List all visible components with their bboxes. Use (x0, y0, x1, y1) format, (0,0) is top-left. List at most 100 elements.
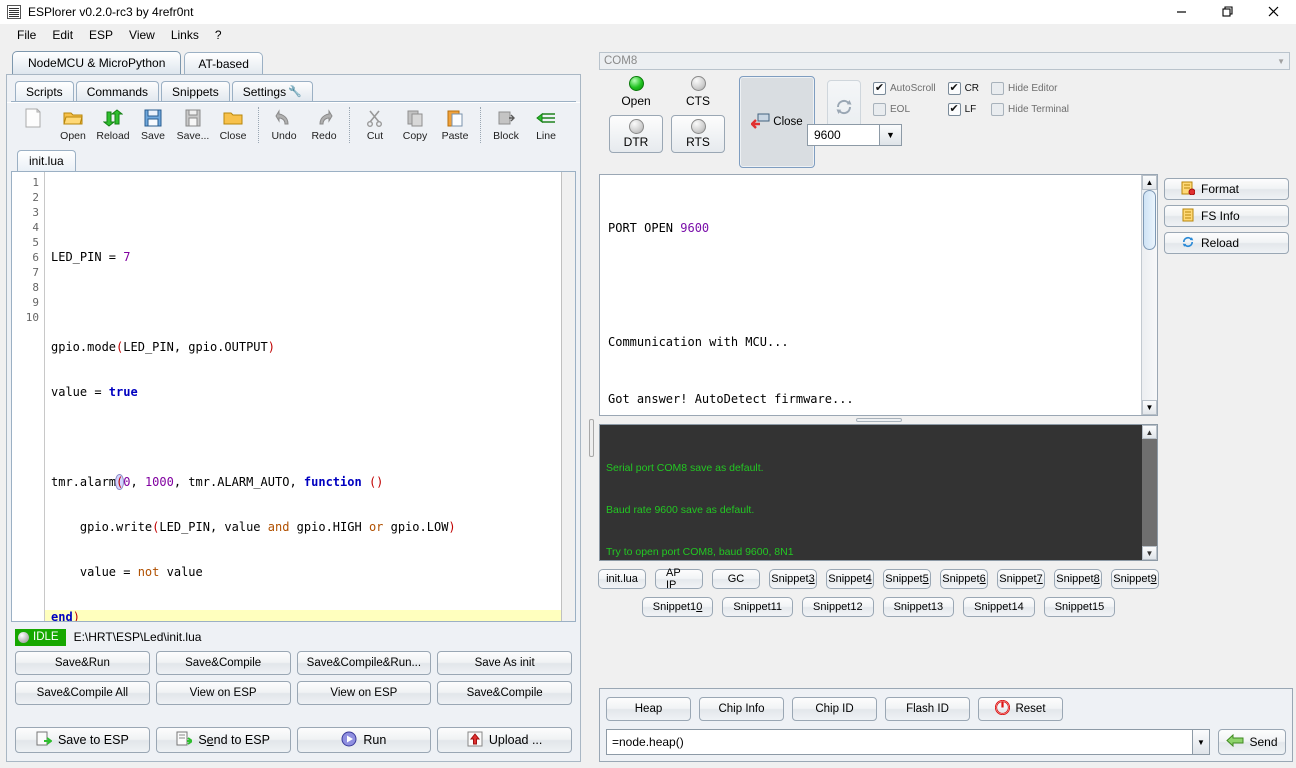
minimize-icon[interactable] (1158, 0, 1204, 24)
close-file-button[interactable]: Close (213, 107, 253, 142)
command-history-chevron-down-icon[interactable]: ▼ (1192, 730, 1209, 754)
serial-terminal[interactable]: PORT OPEN 9600 Communication with MCU...… (599, 174, 1158, 416)
cr-checkbox-row[interactable]: CR (947, 82, 979, 95)
new-file-button[interactable] (13, 107, 53, 130)
terminal-scroll-thumb[interactable] (1143, 190, 1156, 250)
snippet-button-ap-ip[interactable]: AP IP (655, 567, 703, 591)
command-input[interactable]: =node.heap() ▼ (606, 729, 1210, 755)
snippet-button-3[interactable]: Snippet 3 (769, 569, 817, 589)
chip-info-button[interactable]: Chip Info (699, 697, 784, 721)
view-on-esp-button-2[interactable]: View on ESP (296, 681, 432, 705)
save-button[interactable]: Save (133, 107, 173, 142)
tab-commands[interactable]: Commands (75, 81, 160, 101)
snippet-button-10[interactable]: Snippet1 0 (641, 597, 714, 617)
cr-checkbox[interactable] (947, 82, 961, 95)
redo-button[interactable]: Redo (304, 107, 344, 142)
snippet-button-13[interactable]: Snippet13 (882, 597, 955, 617)
save-as-button[interactable]: Save... (173, 107, 213, 142)
save-and-compile-button[interactable]: Save&Compile (155, 651, 291, 675)
close-port-button[interactable]: Close (739, 76, 815, 168)
reload-fs-button[interactable]: Reload (1164, 232, 1289, 254)
tab-snippets[interactable]: Snippets (161, 81, 230, 101)
log-console[interactable]: Serial port COM8 save as default. Baud r… (599, 424, 1158, 561)
terminal-scroll-track[interactable] (1142, 190, 1157, 400)
console-scrollbar[interactable]: ▲ ▼ (1142, 425, 1157, 560)
view-on-esp-button-1[interactable]: View on ESP (155, 681, 291, 705)
eol-checkbox-row[interactable]: EOL (873, 103, 936, 116)
baud-rate-combo[interactable]: 9600 ▼ (807, 124, 902, 146)
send-to-esp-button[interactable]: Send to ESP (155, 727, 291, 753)
code-text[interactable]: LED_PIN = 7 gpio.mode(LED_PIN, gpio.OUTP… (45, 172, 561, 621)
save-as-init-button[interactable]: Save As init (437, 651, 572, 675)
menu-item-links[interactable]: Links (164, 26, 206, 44)
fs-info-button[interactable]: FS Info (1164, 205, 1289, 227)
cut-button[interactable]: Cut (355, 107, 395, 142)
hide-editor-checkbox[interactable] (991, 82, 1005, 95)
send-button[interactable]: Send (1218, 729, 1286, 755)
snippet-button-7[interactable]: Snippet 7 (997, 569, 1045, 589)
reset-button[interactable]: Reset (978, 697, 1063, 721)
splitter-grip[interactable] (589, 419, 594, 457)
autoscroll-checkbox-row[interactable]: AutoScroll (873, 82, 936, 95)
save-compile-run-button[interactable]: Save&Compile&Run... (296, 651, 432, 675)
paste-button[interactable]: Paste (435, 107, 475, 142)
run-button[interactable]: Run (296, 727, 432, 753)
console-scroll-track[interactable] (1142, 439, 1157, 546)
console-scroll-down-icon[interactable]: ▼ (1142, 546, 1157, 560)
close-icon[interactable] (1250, 0, 1296, 24)
lf-checkbox-row[interactable]: LF (947, 103, 979, 116)
pane-splitter[interactable] (587, 46, 596, 768)
menu-item-file[interactable]: File (10, 26, 43, 44)
eol-checkbox[interactable] (873, 103, 886, 116)
snippet-button-gc[interactable]: GC (712, 569, 760, 589)
snippet-button-12[interactable]: Snippet12 (802, 597, 874, 617)
snippet-button-6[interactable]: Snippet 6 (940, 569, 988, 589)
doc-tab-init-lua[interactable]: init.lua (17, 150, 76, 171)
undo-button[interactable]: Undo (264, 107, 304, 142)
dtr-button[interactable]: DTR (609, 115, 663, 153)
snippet-button-9[interactable]: Snippet 9 (1111, 569, 1159, 589)
terminal-console-splitter[interactable] (599, 416, 1158, 424)
save-and-compile-button-2[interactable]: Save&Compile (437, 681, 572, 705)
snippet-button-4[interactable]: Snippet 4 (826, 569, 874, 589)
heap-button[interactable]: Heap (606, 697, 691, 721)
scroll-up-icon[interactable]: ▲ (1142, 175, 1157, 190)
maximize-icon[interactable] (1204, 0, 1250, 24)
save-compile-all-button[interactable]: Save&Compile All (15, 681, 150, 705)
flash-id-button[interactable]: Flash ID (885, 697, 970, 721)
lf-checkbox[interactable] (947, 103, 961, 116)
scroll-down-icon[interactable]: ▼ (1142, 400, 1157, 415)
hide-editor-checkbox-row[interactable]: Hide Editor (991, 82, 1069, 95)
snippet-button-8[interactable]: Snippet 8 (1054, 569, 1102, 589)
baud-chevron-down-icon[interactable]: ▼ (879, 125, 901, 145)
menu-item-esp[interactable]: ESP (82, 26, 120, 44)
snippet-button-init-lua[interactable]: init.lua (598, 569, 646, 589)
format-button[interactable]: Format (1164, 178, 1289, 200)
splitter-grip-horizontal[interactable] (855, 418, 902, 422)
open-button[interactable]: Open (53, 107, 93, 142)
save-to-esp-button[interactable]: Save to ESP (15, 727, 150, 753)
save-and-run-button[interactable]: Save&Run (15, 651, 150, 675)
chip-id-button[interactable]: Chip ID (792, 697, 877, 721)
menu-item-edit[interactable]: Edit (45, 26, 80, 44)
snippet-button-5[interactable]: Snippet 5 (883, 569, 931, 589)
rts-button[interactable]: RTS (671, 115, 725, 153)
tab-scripts[interactable]: Scripts (15, 81, 74, 101)
menu-item-view[interactable]: View (122, 26, 162, 44)
tab-nodemcu-micropython[interactable]: NodeMCU & MicroPython (12, 51, 182, 74)
copy-button[interactable]: Copy (395, 107, 435, 142)
snippet-button-14[interactable]: Snippet14 (963, 597, 1035, 617)
code-editor[interactable]: 1 2 3 4 5 6 7 8 9 10 LED_PIN = 7 gpio.mo… (11, 171, 576, 622)
tab-at-based[interactable]: AT-based (184, 52, 263, 74)
hide-terminal-checkbox[interactable] (991, 103, 1005, 116)
snippet-button-11[interactable]: Snippet11 (722, 597, 794, 617)
reload-button[interactable]: Reload (93, 107, 133, 142)
upload-button[interactable]: Upload ... (437, 727, 572, 753)
console-scroll-up-icon[interactable]: ▲ (1142, 425, 1157, 439)
snippet-button-15[interactable]: Snippet15 (1043, 597, 1116, 617)
block-comment-button[interactable]: Block (486, 107, 526, 142)
menu-item-help[interactable]: ? (208, 26, 229, 44)
autoscroll-checkbox[interactable] (873, 82, 886, 95)
hide-terminal-checkbox-row[interactable]: Hide Terminal (991, 103, 1069, 116)
tab-settings[interactable]: Settings 🔧 (231, 81, 313, 101)
